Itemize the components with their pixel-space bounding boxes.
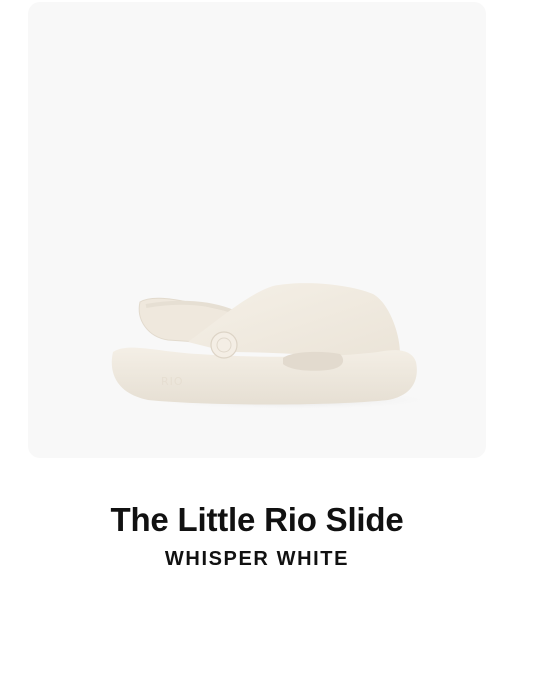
product-title[interactable]: The Little Rio Slide: [28, 498, 486, 542]
product-info: The Little Rio Slide WHISPER WHITE: [28, 498, 486, 572]
svg-text:RIO: RIO: [161, 375, 184, 388]
product-card-link[interactable]: RIO: [28, 2, 486, 458]
product-page: RIO The Little Rio Slide WHISPER WHITE: [0, 0, 540, 697]
sandal-image: RIO: [111, 283, 440, 410]
product-color-name: WHISPER WHITE: [164, 548, 350, 570]
